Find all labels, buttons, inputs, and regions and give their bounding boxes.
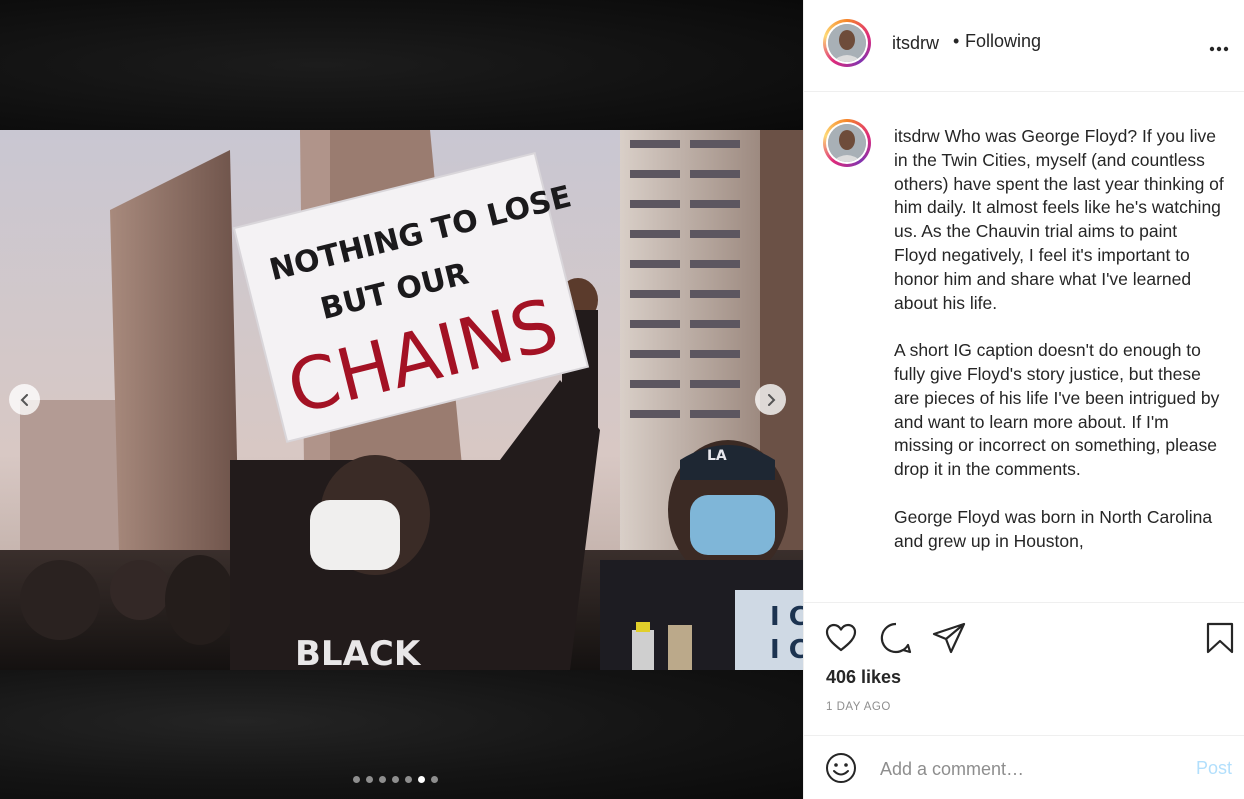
avatar-portrait-icon: [828, 24, 866, 62]
author-username[interactable]: itsdrw: [892, 33, 939, 54]
carousel-dot: [353, 776, 360, 783]
post-timestamp[interactable]: 1 DAY AGO: [826, 701, 891, 713]
more-options-button[interactable]: [1209, 32, 1229, 58]
small-sign-text-1: I CA: [770, 602, 803, 632]
post-header: itsdrw • Following: [804, 0, 1244, 92]
like-heart-icon[interactable]: [824, 621, 858, 655]
emoji-smile-icon[interactable]: [824, 751, 858, 785]
carousel-indicators: [353, 776, 438, 783]
comment-bubble-icon[interactable]: [879, 621, 913, 655]
comment-input[interactable]: [878, 754, 1182, 784]
carousel-next-button[interactable]: [755, 384, 786, 415]
caption-author-avatar[interactable]: [823, 119, 871, 167]
carousel-dot: [379, 776, 386, 783]
post-details-panel: itsdrw • Following itsdrw Who was George…: [803, 0, 1244, 799]
carousel-dot: [431, 776, 438, 783]
carousel-prev-button[interactable]: [9, 384, 40, 415]
carousel-dot: [366, 776, 373, 783]
carousel-dot: [392, 776, 399, 783]
caption-text: itsdrw Who was George Floyd? If you live…: [894, 125, 1224, 553]
following-button[interactable]: Following: [965, 31, 1041, 52]
protest-photo: NOTHING TO LOSE BUT OUR CHAINS BLACK LA …: [0, 130, 803, 670]
share-paper-plane-icon[interactable]: [932, 621, 966, 655]
header-separator: •: [953, 31, 960, 51]
caption-body: Who was George Floyd? If you live in the…: [894, 126, 1224, 551]
instagram-post-view: NOTHING TO LOSE BUT OUR CHAINS BLACK LA …: [0, 0, 1244, 799]
avatar-portrait-icon: [828, 124, 866, 162]
post-photo[interactable]: NOTHING TO LOSE BUT OUR CHAINS BLACK LA …: [0, 130, 803, 670]
post-media: NOTHING TO LOSE BUT OUR CHAINS BLACK LA …: [0, 0, 803, 799]
add-comment-bar: Post: [804, 735, 1244, 799]
carousel-dot-active: [418, 776, 425, 783]
save-bookmark-icon[interactable]: [1203, 621, 1237, 655]
media-background-top: [0, 0, 803, 130]
small-sign-text-2: I CA: [770, 635, 803, 665]
more-horizontal-icon: [1209, 46, 1229, 52]
carousel-dot: [405, 776, 412, 783]
author-avatar[interactable]: [823, 19, 871, 67]
chevron-right-icon: [767, 393, 775, 406]
shirt-text: BLACK: [295, 634, 422, 670]
post-actions: 406 likes 1 DAY AGO: [804, 602, 1244, 742]
caption-section: itsdrw Who was George Floyd? If you live…: [804, 93, 1244, 602]
likes-count[interactable]: 406 likes: [826, 667, 901, 688]
hat-text: LA: [707, 448, 727, 464]
caption-username[interactable]: itsdrw: [894, 126, 940, 146]
chevron-left-icon: [20, 393, 28, 406]
post-comment-button[interactable]: Post: [1196, 758, 1232, 779]
